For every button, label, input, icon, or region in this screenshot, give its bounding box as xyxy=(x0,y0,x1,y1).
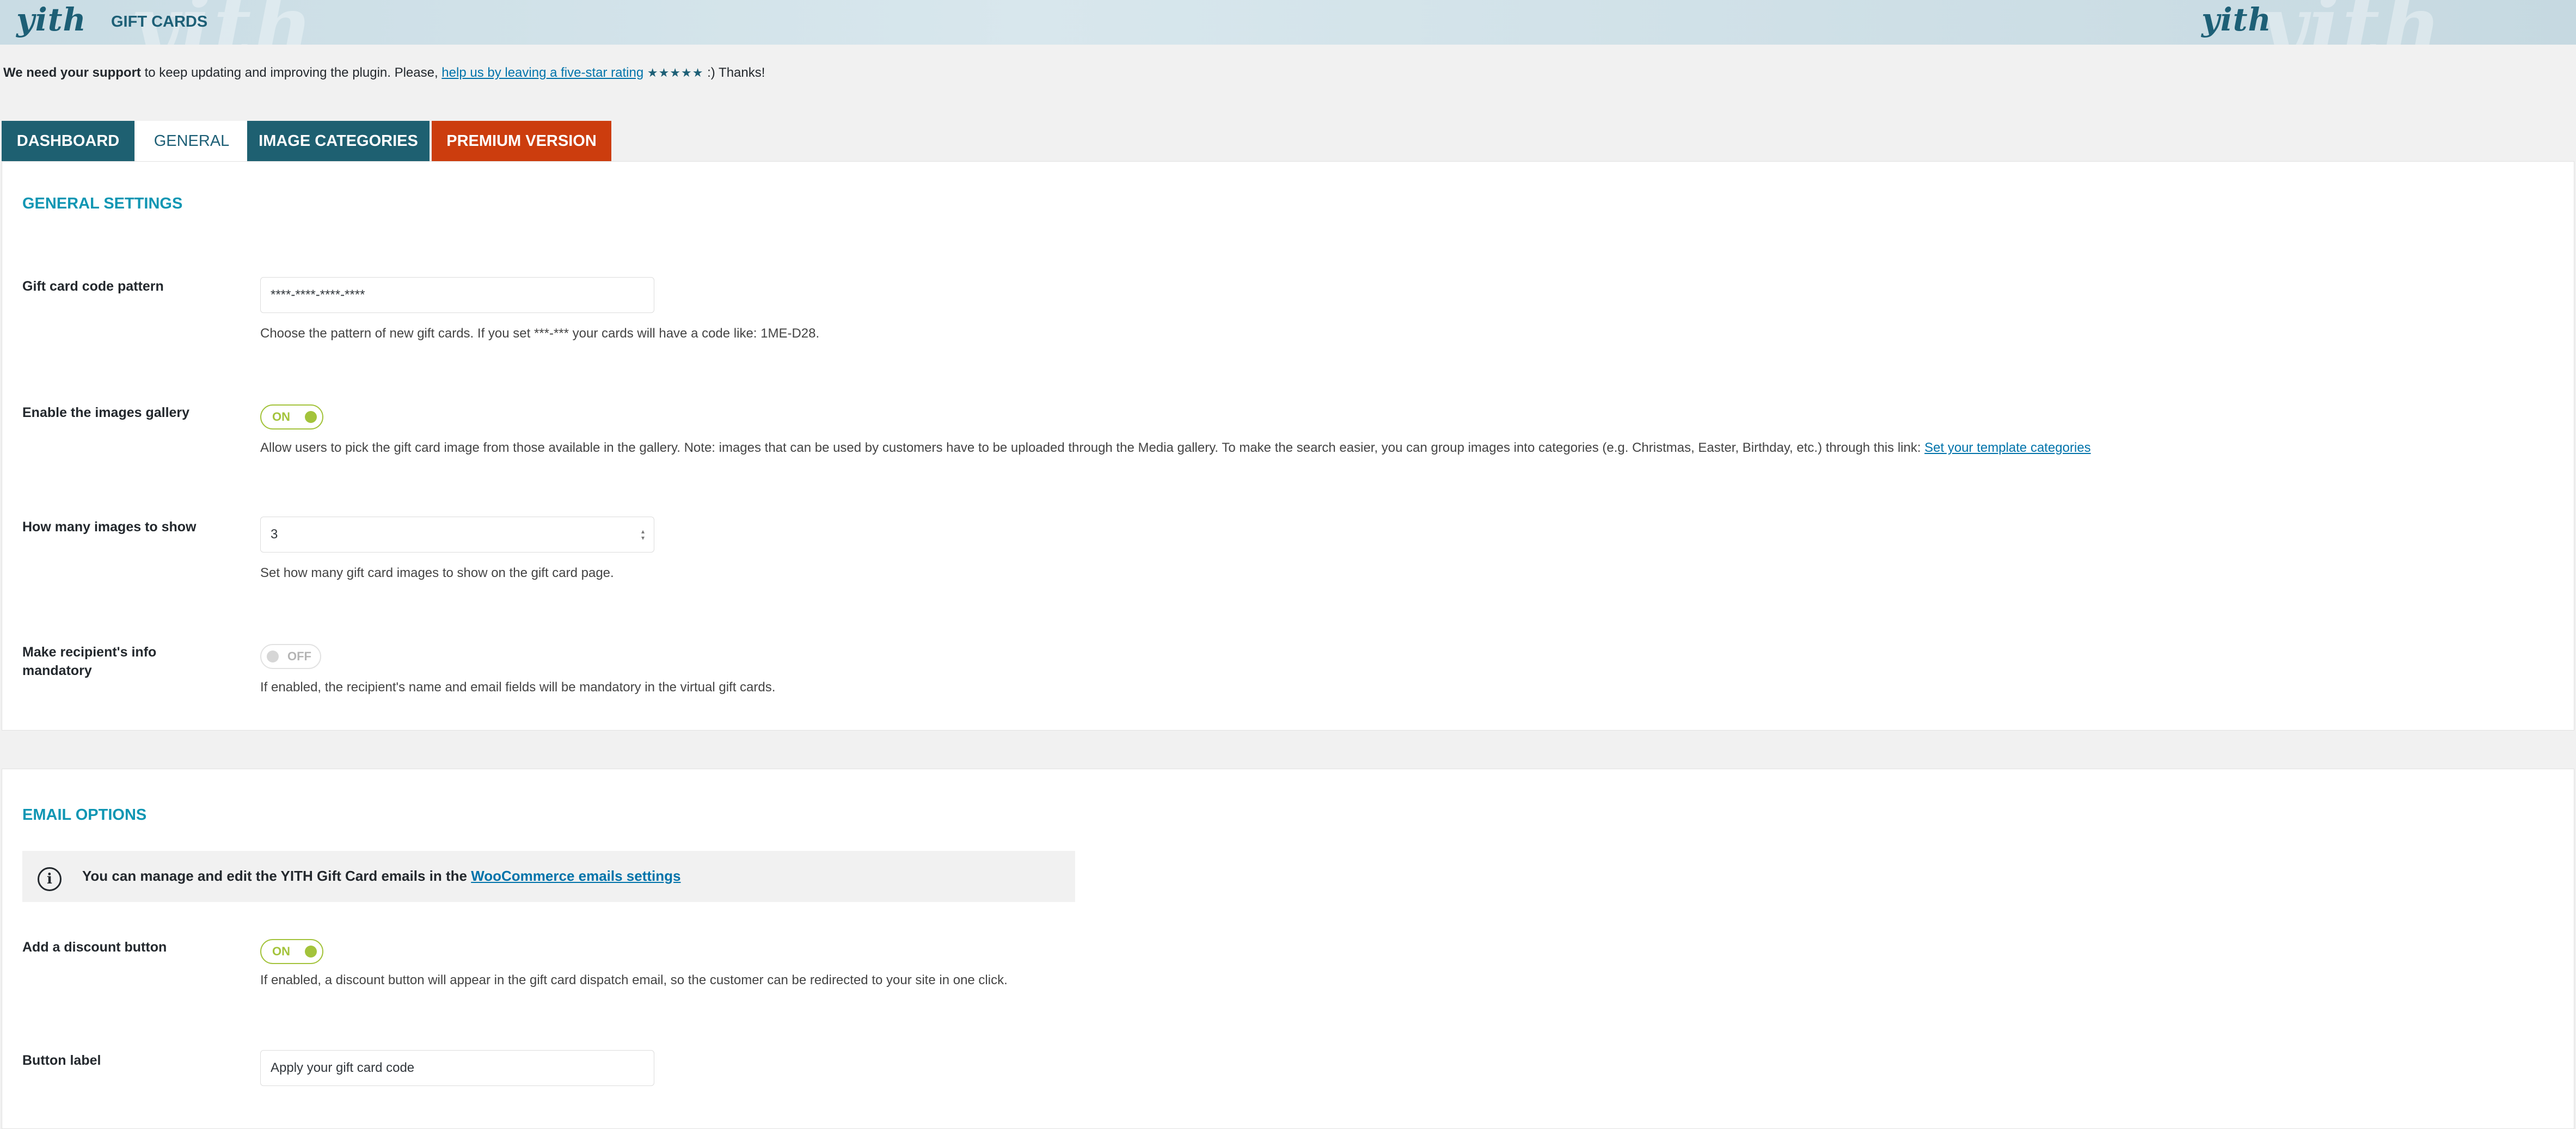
toggle-knob xyxy=(305,946,317,958)
discount-button-description: If enabled, a discount button will appea… xyxy=(260,973,1008,987)
email-info-text: You can manage and edit the YITH Gift Ca… xyxy=(82,868,681,884)
woocommerce-emails-link[interactable]: WooCommerce emails settings xyxy=(471,868,680,884)
toggle-knob xyxy=(267,651,279,662)
discount-button-label: Add a discount button xyxy=(22,940,167,955)
notice-bold-text: We need your support xyxy=(3,65,141,80)
info-icon: i xyxy=(38,867,62,891)
tab-premium-version[interactable]: PREMIUM VERSION xyxy=(432,121,611,161)
yith-logo-right[interactable]: yith xyxy=(2201,1,2272,38)
plugin-title: GIFT CARDS xyxy=(111,13,208,30)
email-options-panel: EMAIL OPTIONS i You can manage and edit … xyxy=(2,769,2574,1129)
images-count-description: Set how many gift card images to show on… xyxy=(260,566,614,580)
recipient-mandatory-label: Make recipient's info mandatory xyxy=(22,645,157,678)
toggle-state-text: ON xyxy=(272,944,290,958)
recipient-mandatory-description: If enabled, the recipient's name and ema… xyxy=(260,680,776,695)
toggle-state-text: ON xyxy=(272,410,290,424)
code-pattern-label: Gift card code pattern xyxy=(22,279,164,294)
toggle-state-text: OFF xyxy=(287,649,311,663)
email-options-title: EMAIL OPTIONS xyxy=(22,806,147,824)
code-pattern-description: Choose the pattern of new gift cards. If… xyxy=(260,326,820,341)
images-count-label: How many images to show xyxy=(22,519,197,535)
header-watermark-right: yith xyxy=(2259,0,2444,45)
tab-dashboard[interactable]: DASHBOARD xyxy=(2,121,134,161)
number-spinner-icon[interactable]: ▴ ▾ xyxy=(640,528,646,542)
code-pattern-input[interactable]: ****-****-****-**** xyxy=(260,277,654,313)
images-gallery-label: Enable the images gallery xyxy=(22,405,190,420)
plugin-header-bar: yith yith yith GIFT CARDS yith xyxy=(0,0,2576,45)
email-info-box: i You can manage and edit the YITH Gift … xyxy=(22,851,1075,902)
images-gallery-toggle[interactable]: ON xyxy=(260,404,323,429)
tab-image-categories[interactable]: IMAGE CATEGORIES xyxy=(247,121,430,161)
template-categories-link[interactable]: Set your template categories xyxy=(1924,440,2091,455)
support-notice: We need your support to keep updating an… xyxy=(3,65,765,81)
tab-general[interactable]: GENERAL xyxy=(136,121,247,162)
general-settings-title: GENERAL SETTINGS xyxy=(22,195,183,212)
notice-thanks: :) Thanks! xyxy=(703,65,765,80)
images-count-value: 3 xyxy=(271,527,278,542)
button-label-label: Button label xyxy=(22,1053,101,1068)
toggle-knob xyxy=(305,411,317,423)
images-gallery-description: Allow users to pick the gift card image … xyxy=(260,440,2091,455)
general-settings-panel: GENERAL SETTINGS Gift card code pattern … xyxy=(2,161,2574,731)
recipient-mandatory-toggle[interactable]: OFF xyxy=(260,644,321,669)
images-count-input[interactable]: 3 ▴ ▾ xyxy=(260,517,654,553)
notice-text: to keep updating and improving the plugi… xyxy=(140,65,442,80)
yith-logo[interactable]: yith xyxy=(16,1,87,38)
five-star-icons: ★★★★★ xyxy=(647,66,704,79)
button-label-input[interactable]: Apply your gift card code xyxy=(260,1050,654,1086)
rating-link[interactable]: help us by leaving a five-star rating xyxy=(441,65,643,80)
discount-button-toggle[interactable]: ON xyxy=(260,939,323,964)
